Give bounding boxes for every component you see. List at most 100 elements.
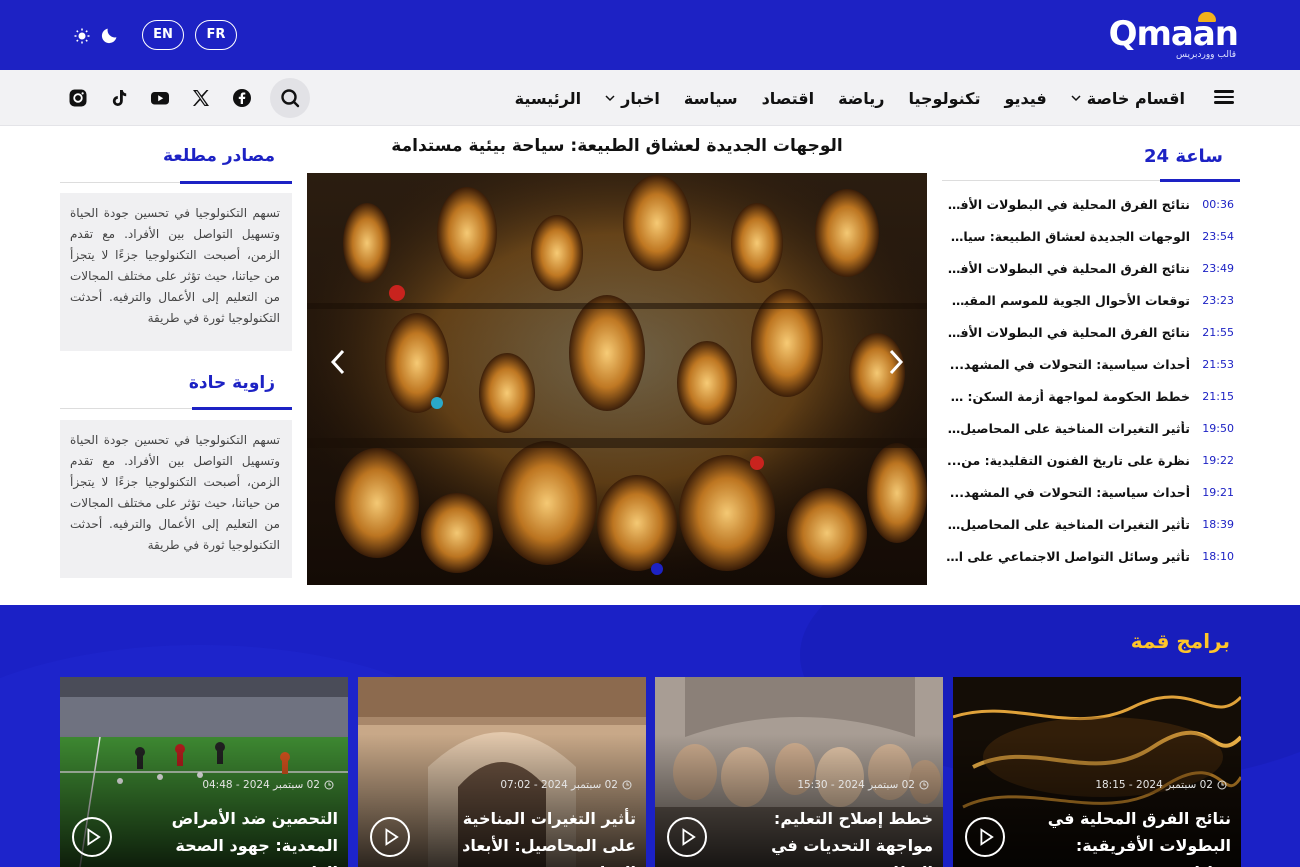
latest-item[interactable]: 19:50 تأثير التغيرات المناخية على المحاصي…	[942, 412, 1240, 444]
divider-accent	[192, 407, 292, 410]
latest-headline[interactable]: خطط الحكومة لمواجهة أزمة السكن: ماذ...	[946, 389, 1190, 404]
latest-title: 24 ساعة	[1144, 146, 1223, 167]
program-card[interactable]: 02 سبتمبر 2024 - 04:48 التحصين ضد الأمرا…	[60, 677, 348, 867]
youtube-icon[interactable]	[150, 88, 170, 108]
nav-label: تكنولوجيا	[908, 88, 981, 108]
card-title[interactable]: التحصين ضد الأمراض المعدية: جهود الصحة ا…	[138, 805, 338, 867]
nav-item-news[interactable]: اخبار	[605, 89, 660, 108]
card-title[interactable]: نتائج الفرق المحلية في البطولات الأفريقي…	[1031, 805, 1231, 867]
clock-icon	[919, 780, 929, 790]
clock-icon	[324, 780, 334, 790]
divider-accent	[180, 181, 292, 184]
nav-label: فيديو	[1004, 88, 1047, 108]
latest-item[interactable]: 21:55 نتائج الفرق المحلية في البطولات الأ…	[942, 316, 1240, 348]
site-logo[interactable]: Qmaan قالب ووردبريس	[1102, 12, 1239, 60]
latest-time: 21:53	[1202, 357, 1234, 371]
latest-time: 19:50	[1202, 421, 1234, 435]
latest-headline[interactable]: نتائج الفرق المحلية في البطولات الأفريقي…	[946, 261, 1190, 276]
nav-item-economy[interactable]: اقتصاد	[762, 89, 814, 108]
play-icon[interactable]	[667, 817, 707, 857]
latest-headline[interactable]: توقعات الأحوال الجوية للموسم المقبل:...	[946, 293, 1190, 308]
hamburger-icon[interactable]	[1214, 87, 1234, 107]
search-button[interactable]	[270, 78, 310, 118]
nav-item-home[interactable]: الرئيسية	[515, 89, 582, 108]
nav-item-video[interactable]: فيديو	[1004, 89, 1046, 108]
chevron-down-icon	[605, 95, 615, 102]
latest-headline[interactable]: أحداث سياسية: التحولات في المشهد...	[946, 485, 1190, 500]
tiktok-icon[interactable]	[109, 88, 129, 108]
latest-item[interactable]: 23:54 الوجهات الجديدة لعشاق الطبيعة: سياح…	[942, 220, 1240, 252]
top-header: Qmaan قالب ووردبريس FR EN	[0, 0, 1300, 70]
nav-label: اقسام خاصة	[1086, 88, 1185, 108]
nav-item-politics[interactable]: سياسة	[684, 89, 738, 108]
latest-headline[interactable]: نظرة على تاريخ الفنون التقليدية: من...	[946, 453, 1190, 468]
side-box1-title[interactable]: مصادر مطلعة	[163, 146, 275, 166]
latest-headline[interactable]: نتائج الفرق المحلية في البطولات الأفريقي…	[946, 325, 1190, 340]
latest-item[interactable]: 00:36 نتائج الفرق المحلية في البطولات الأ…	[942, 188, 1240, 220]
play-icon[interactable]	[72, 817, 112, 857]
latest-item[interactable]: 21:15 خطط الحكومة لمواجهة أزمة السكن: ماذ…	[942, 380, 1240, 412]
latest-time: 18:10	[1202, 549, 1234, 563]
card-meta: 02 سبتمبر 2024 - 18:15	[1095, 779, 1227, 791]
card-meta: 02 سبتمبر 2024 - 04:48	[202, 779, 334, 791]
latest-time: 21:15	[1202, 389, 1234, 403]
clock-icon	[622, 780, 632, 790]
nav-item-technology[interactable]: تكنولوجيا	[908, 89, 980, 108]
chevron-left-icon[interactable]	[327, 347, 351, 377]
latest-list: 00:36 نتائج الفرق المحلية في البطولات الأ…	[942, 188, 1240, 572]
instagram-icon[interactable]	[68, 88, 88, 108]
card-meta: 02 سبتمبر 2024 - 15:30	[797, 779, 929, 791]
latest-headline[interactable]: تأثير التغيرات المناخية على المحاصيل:...	[946, 421, 1190, 436]
latest-headline[interactable]: تأثير وسائل التواصل الاجتماعي على الشبا.…	[946, 549, 1190, 564]
latest-item[interactable]: 18:10 تأثير وسائل التواصل الاجتماعي على ا…	[942, 540, 1240, 572]
program-card[interactable]: 02 سبتمبر 2024 - 07:02 تأثير التغيرات ال…	[358, 677, 646, 867]
lang-en-button[interactable]: EN	[142, 20, 184, 50]
latest-headline[interactable]: الوجهات الجديدة لعشاق الطبيعة: سياحة...	[946, 229, 1190, 244]
card-date: 02 سبتمبر 2024 - 04:48	[202, 779, 320, 791]
latest-item[interactable]: 19:21 أحداث سياسية: التحولات في المشهد...	[942, 476, 1240, 508]
nav-item-sports[interactable]: رياضة	[838, 89, 884, 108]
latest-item[interactable]: 19:22 نظرة على تاريخ الفنون التقليدية: من…	[942, 444, 1240, 476]
latest-time: 21:55	[1202, 325, 1234, 339]
play-icon[interactable]	[965, 817, 1005, 857]
card-meta: 02 سبتمبر 2024 - 07:02	[500, 779, 632, 791]
latest-time: 23:54	[1202, 229, 1234, 243]
moon-icon[interactable]	[99, 24, 121, 46]
nav-label: اخبار	[621, 88, 660, 108]
program-card[interactable]: 02 سبتمبر 2024 - 18:15 نتائج الفرق المحل…	[953, 677, 1241, 867]
main-nav: الرئيسية اخبار سياسة اقتصاد رياضة تكنولو…	[0, 70, 1300, 126]
card-date: 02 سبتمبر 2024 - 18:15	[1095, 779, 1213, 791]
side-box2-text: تسهم التكنولوجيا في تحسين جودة الحياة وت…	[60, 420, 292, 578]
nav-label: الرئيسية	[514, 88, 582, 108]
card-date: 02 سبتمبر 2024 - 15:30	[797, 779, 915, 791]
chevron-right-icon[interactable]	[883, 347, 907, 377]
hero-image-lanterns	[307, 173, 927, 585]
nav-item-special[interactable]: اقسام خاصة	[1071, 89, 1185, 108]
latest-item[interactable]: 23:49 نتائج الفرق المحلية في البطولات الأ…	[942, 252, 1240, 284]
hero-slider[interactable]	[307, 173, 927, 585]
latest-headline[interactable]: أحداث سياسية: التحولات في المشهد...	[946, 357, 1190, 372]
latest-item[interactable]: 23:23 توقعات الأحوال الجوية للموسم المقبل…	[942, 284, 1240, 316]
lang-fr-button[interactable]: FR	[195, 20, 237, 50]
latest-item[interactable]: 21:53 أحداث سياسية: التحولات في المشهد...	[942, 348, 1240, 380]
card-title[interactable]: تأثير التغيرات المناخية على المحاصيل: ال…	[436, 805, 636, 867]
program-card[interactable]: 02 سبتمبر 2024 - 15:30 خطط إصلاح التعليم…	[655, 677, 943, 867]
latest-time: 23:49	[1202, 261, 1234, 275]
play-icon[interactable]	[370, 817, 410, 857]
slider-dot-active[interactable]	[651, 563, 663, 575]
latest-time: 18:39	[1202, 517, 1234, 531]
latest-headline[interactable]: نتائج الفرق المحلية في البطولات الأفريقي…	[946, 197, 1190, 212]
x-icon[interactable]	[191, 88, 211, 108]
clock-icon	[1217, 780, 1227, 790]
hero-title[interactable]: الوجهات الجديدة لعشاق الطبيعة: سياحة بيئ…	[307, 136, 927, 156]
card-title[interactable]: خطط إصلاح التعليم: مواجهة التحديات في ال…	[733, 805, 933, 867]
card-date: 02 سبتمبر 2024 - 07:02	[500, 779, 618, 791]
sun-icon[interactable]	[74, 28, 90, 44]
divider-accent	[1160, 179, 1240, 182]
latest-headline[interactable]: تأثير التغيرات المناخية على المحاصيل:...	[946, 517, 1190, 532]
programs-section: برامج قمة 02 سبتمبر 2024 - 18:15 نتائج ا…	[0, 605, 1300, 867]
latest-item[interactable]: 18:39 تأثير التغيرات المناخية على المحاصي…	[942, 508, 1240, 540]
facebook-icon[interactable]	[232, 88, 252, 108]
side-box2-title[interactable]: زاوية حادة	[189, 373, 275, 393]
logo-tagline: قالب ووردبريس	[1176, 50, 1236, 60]
